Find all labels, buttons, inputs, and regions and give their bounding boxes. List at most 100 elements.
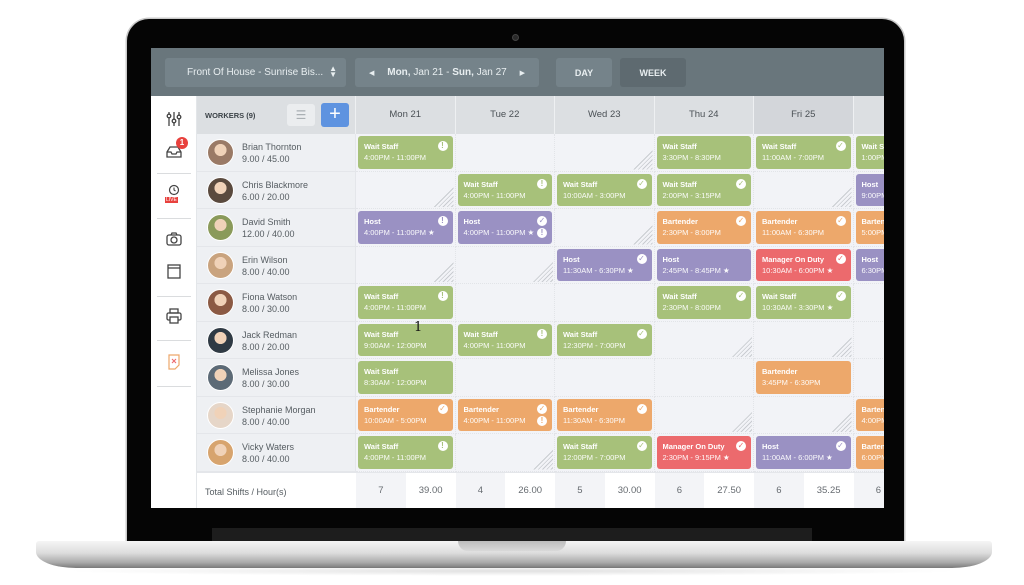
shift-block[interactable]: Manager On Duty 10:30AM - 6:00PM ★ ✓	[756, 248, 851, 281]
shift-cell[interactable]: Host6:30PM	[853, 247, 884, 284]
inbox-icon[interactable]: 1	[163, 137, 188, 164]
empty-shift-cell[interactable]	[356, 246, 456, 284]
shift-block[interactable]: Host6:30PM	[855, 248, 884, 281]
shift-cell[interactable]: Bartender 6:00PM	[853, 434, 884, 472]
shift-block[interactable]: Host 11:30AM - 6:30PM ★ ✓	[557, 248, 652, 281]
shift-block[interactable]: Host 4:00PM - 11:00PM ★ ✓!	[457, 211, 552, 244]
shift-block[interactable]: Bartender 11:00AM - 6:30PM ✓	[756, 211, 851, 244]
shift-cell[interactable]: Wait Staff 12:00PM - 7:00PM ✓	[555, 434, 655, 472]
shift-block[interactable]: Wait Staff 10:00AM - 3:00PM ✓	[557, 173, 652, 206]
sliders-icon[interactable]	[163, 110, 185, 132]
shift-block[interactable]: Wait Staff 4:00PM - 11:00PM!	[358, 436, 453, 469]
worker-row[interactable]: Jack Redman 8.00 / 20.00	[197, 321, 356, 359]
date-range-picker[interactable]: ◀ Mon, Jan 21 - Sun, Jan 27 ▶	[355, 58, 539, 87]
shift-cell[interactable]: Host 4:00PM - 11:00PM ★!	[356, 209, 456, 247]
shift-cell[interactable]: Bartender 3:45PM - 6:30PM	[754, 359, 854, 397]
shift-cell[interactable]: Wait Staff 8:30AM - 12:00PM	[356, 359, 456, 397]
printer-icon[interactable]	[163, 307, 185, 329]
empty-shift-cell[interactable]	[455, 246, 555, 284]
worker-row[interactable]: Erin Wilson 8.00 / 40.00	[197, 246, 356, 284]
day-header-sat[interactable]: Sat 26	[854, 96, 885, 134]
empty-shift-cell[interactable]	[455, 134, 555, 172]
shift-cell[interactable]: Bartender 11:00AM - 6:30PM ✓	[754, 209, 854, 247]
shift-cell[interactable]: Host 2:45PM - 8:45PM ★	[654, 246, 754, 284]
shift-block[interactable]: Wait Staff 4:00PM - 11:00PM!	[457, 173, 552, 206]
prev-week-icon[interactable]: ◀	[369, 69, 374, 77]
empty-shift-cell[interactable]	[555, 284, 655, 322]
empty-shift-cell[interactable]	[555, 209, 655, 247]
empty-shift-cell[interactable]	[754, 396, 854, 434]
shift-cell[interactable]: Wait Staff 12:30PM - 7:00PM ✓	[555, 321, 655, 359]
empty-shift-cell[interactable]	[555, 359, 655, 397]
empty-shift-cell[interactable]	[555, 134, 655, 172]
empty-shift-cell[interactable]	[455, 284, 555, 322]
worker-row[interactable]: Stephanie Morgan 8.00 / 40.00	[197, 396, 356, 434]
shift-block[interactable]: Bartender 2:30PM - 8:00PM ✓	[656, 211, 751, 244]
shift-cell[interactable]: Bartender 4:00PM - 11:00PM ✓!	[455, 396, 555, 434]
shift-cell[interactable]: Host 4:00PM - 11:00PM ★ ✓!	[455, 209, 555, 247]
shift-cell[interactable]: Wait Staff 4:00PM - 11:00PM!	[356, 434, 456, 472]
shift-block[interactable]: Wait Staff 12:30PM - 7:00PM ✓	[557, 323, 652, 356]
empty-shift-cell[interactable]	[853, 359, 884, 397]
shift-block[interactable]: Wait Staff 2:30PM - 8:00PM ✓	[656, 286, 751, 319]
shift-block[interactable]: Bartender 10:00AM - 5:00PM ✓	[358, 398, 453, 431]
worker-row[interactable]: Vicky Waters 8.00 / 40.00	[197, 434, 356, 472]
unpublish-document-icon[interactable]	[163, 353, 185, 375]
shift-block[interactable]: Wait Staff 9:00AM - 12:00PM	[358, 323, 453, 356]
shift-block[interactable]: Wait Staff 1:00PM	[855, 136, 884, 169]
next-week-icon[interactable]: ▶	[520, 69, 525, 77]
day-view-button[interactable]: DAY	[556, 58, 612, 87]
shift-cell[interactable]: Bartender 10:00AM - 5:00PM ✓	[356, 396, 456, 434]
day-header-mon[interactable]: Mon 21	[356, 96, 456, 134]
empty-shift-cell[interactable]	[754, 321, 854, 359]
shift-block[interactable]: Bartender 5:00PM	[855, 211, 884, 244]
shift-cell[interactable]: Wait Staff 4:00PM - 11:00PM!	[455, 171, 555, 209]
day-header-thu[interactable]: Thu 24	[655, 96, 754, 134]
shift-block[interactable]: Host 2:45PM - 8:45PM ★	[656, 248, 751, 281]
shift-block[interactable]: Wait Staff 2:00PM - 3:15PM ✓	[656, 173, 751, 206]
shift-block[interactable]: Wait Staff 8:30AM - 12:00PM	[358, 361, 453, 394]
shift-cell[interactable]: Host 11:00AM - 6:00PM ★ ✓	[754, 434, 854, 472]
empty-shift-cell[interactable]	[654, 321, 754, 359]
worker-row[interactable]: Melissa Jones 8.00 / 30.00	[197, 359, 356, 397]
shift-block[interactable]: Wait Staff 4:00PM - 11:00PM!	[358, 136, 453, 169]
shift-block[interactable]: Wait Staff 11:00AM - 7:00PM ✓	[756, 136, 851, 169]
camera-icon[interactable]	[163, 230, 185, 252]
shift-block[interactable]: Wait Staff 3:30PM - 8:30PM	[656, 136, 751, 169]
week-view-button[interactable]: WEEK	[620, 58, 686, 87]
shift-cell[interactable]: Bartender 2:30PM - 8:00PM ✓	[654, 209, 754, 247]
shift-cell[interactable]: Wait Staff 4:00PM - 11:00PM!	[455, 321, 555, 359]
shift-cell[interactable]: Wait Staff 1:00PM	[853, 134, 884, 172]
empty-shift-cell[interactable]	[853, 284, 884, 322]
shift-cell[interactable]: Wait Staff 4:00PM - 11:00PM!	[356, 134, 456, 172]
day-header-tue[interactable]: Tue 22	[456, 96, 555, 134]
empty-shift-cell[interactable]	[853, 322, 884, 359]
shift-cell[interactable]: Wait Staff 10:30AM - 3:30PM ★ ✓	[754, 284, 854, 322]
shift-block[interactable]: Host9:00PM	[855, 173, 884, 206]
shift-cell[interactable]: Wait Staff 9:00AM - 12:00PM	[356, 321, 456, 359]
shift-cell[interactable]: Host 11:30AM - 6:30PM ★ ✓	[555, 246, 655, 284]
shift-block[interactable]: Bartender 3:45PM - 6:30PM	[756, 361, 851, 394]
location-select[interactable]: Front Of House - Sunrise Bis... ▲ ▼	[165, 58, 346, 87]
shift-cell[interactable]: Wait Staff 11:00AM - 7:00PM ✓	[754, 134, 854, 172]
day-header-wed[interactable]: Wed 23	[555, 96, 655, 134]
shift-block[interactable]: Host 11:00AM - 6:00PM ★ ✓	[756, 436, 851, 469]
shift-cell[interactable]: Wait Staff 10:00AM - 3:00PM ✓	[555, 171, 655, 209]
shift-block[interactable]: Bartender 4:00PM - 11:00PM ✓!	[457, 398, 552, 431]
shift-cell[interactable]: Wait Staff 2:30PM - 8:00PM ✓	[654, 284, 754, 322]
shift-block[interactable]: Wait Staff 10:30AM - 3:30PM ★ ✓	[756, 286, 851, 319]
shift-block[interactable]: Wait Staff 4:00PM - 11:00PM!	[457, 323, 552, 356]
day-header-fri[interactable]: Fri 25	[754, 96, 854, 134]
empty-shift-cell[interactable]	[654, 396, 754, 434]
shift-cell[interactable]: Manager On Duty 2:30PM - 9:15PM ★ ✓	[654, 434, 754, 472]
shift-cell[interactable]: Manager On Duty 10:30AM - 6:00PM ★ ✓	[754, 246, 854, 284]
shift-block[interactable]: Host 4:00PM - 11:00PM ★!	[358, 211, 453, 244]
shift-cell[interactable]: Wait Staff 3:30PM - 8:30PM	[654, 134, 754, 172]
empty-shift-cell[interactable]	[654, 359, 754, 397]
shift-block[interactable]: Bartender4:00PM	[855, 398, 884, 431]
add-worker-button[interactable]: +	[321, 103, 349, 127]
worker-row[interactable]: Brian Thornton 9.00 / 45.00	[197, 134, 356, 172]
shift-cell[interactable]: Bartender 11:30AM - 6:30PM ✓	[555, 396, 655, 434]
shift-block[interactable]: Bartender 11:30AM - 6:30PM ✓	[557, 398, 652, 431]
worker-row[interactable]: Fiona Watson 8.00 / 30.00	[197, 284, 356, 322]
